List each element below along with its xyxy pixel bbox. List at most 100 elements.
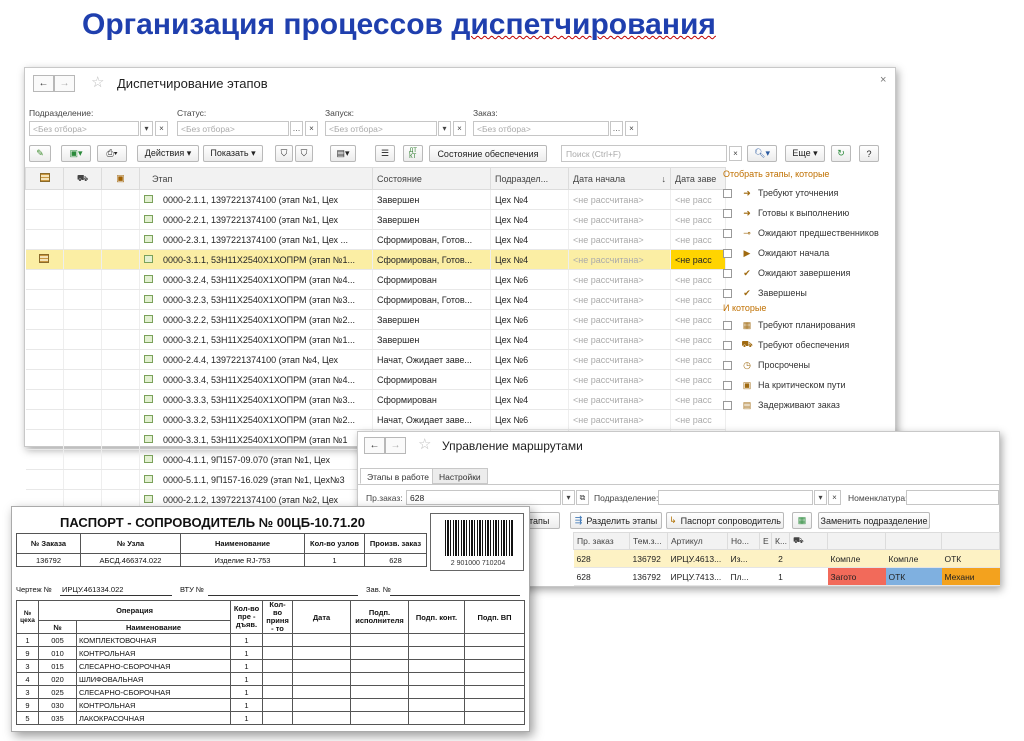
copy-icon[interactable]: ▣▾ — [61, 145, 91, 162]
panel-filter-item[interactable]: ▤ Задерживают заказ — [723, 395, 895, 415]
table-row[interactable]: 0000-3.3.4, 53Н11Х2540Х1ХОПРМ (этап №4..… — [25, 369, 726, 390]
dropdown-icon[interactable]: ▾ — [814, 490, 827, 505]
supply-state-button[interactable]: Состояние обеспечения — [429, 145, 547, 162]
dropdown-icon[interactable]: ▾ — [562, 490, 575, 505]
panel-filter-item[interactable]: ➜ Требуют уточнения — [723, 183, 895, 203]
table-row[interactable]: 0000-3.2.1, 53Н11Х2540Х1ХОПРМ (этап №1..… — [25, 329, 726, 350]
filter-status-input[interactable]: <Без отбора> — [177, 121, 289, 136]
checkbox[interactable] — [723, 320, 732, 330]
col-k[interactable]: К... — [771, 532, 790, 550]
open-icon[interactable]: ⧉ — [576, 490, 589, 505]
table-row[interactable]: 0000-3.3.2, 53Н11Х2540Х1ХОПРМ (этап №2..… — [25, 409, 726, 430]
dropdown-icon[interactable]: ▾ — [438, 121, 451, 136]
help-button[interactable]: ? — [859, 145, 879, 162]
favorite-star-icon[interactable]: ☆ — [91, 73, 104, 91]
close-icon[interactable]: × — [880, 74, 886, 86]
select-icon[interactable]: … — [610, 121, 623, 136]
passport-button[interactable]: ↳ Паспорт сопроводитель — [666, 512, 784, 529]
order-input[interactable]: 628 — [406, 490, 561, 505]
col-stage[interactable]: Этап — [139, 167, 373, 190]
panel-filter-item[interactable]: ✔ Ожидают завершения — [723, 263, 895, 283]
refresh-icon[interactable]: ↻ — [831, 145, 851, 162]
table-row[interactable]: 0000-3.1.1, 53Н11Х2540Х1ХОПРМ (этап №1..… — [25, 249, 726, 270]
checkbox[interactable] — [723, 360, 732, 370]
panel-filter-item[interactable]: ⊸ Ожидают предшественников — [723, 223, 895, 243]
nomenclature-input[interactable] — [906, 490, 999, 505]
more-button[interactable]: Еще ▾ — [785, 145, 825, 162]
checkbox[interactable] — [723, 248, 732, 258]
forward-button[interactable]: → — [54, 75, 75, 92]
panel-filter-item[interactable]: ⛟ Требуют обеспечения — [723, 335, 895, 355]
col-end-date[interactable]: Дата заве — [670, 167, 726, 190]
tab-stages[interactable]: Этапы в работе — [360, 468, 436, 484]
edit-pencil-icon[interactable]: ✎ — [29, 145, 51, 162]
actions-button[interactable]: Действия ▾ — [137, 145, 199, 162]
col-state[interactable]: Состояние — [372, 167, 491, 190]
filter-icon[interactable]: ⛉ — [275, 145, 293, 162]
filter-order-input[interactable]: <Без отбора> — [473, 121, 609, 136]
table-row[interactable]: 0000-3.3.3, 53Н11Х2540Х1ХОПРМ (этап №3..… — [25, 389, 726, 410]
favorite-star-icon[interactable]: ☆ — [418, 435, 431, 453]
panel-filter-item[interactable]: ▣ На критическом пути — [723, 375, 895, 395]
search-icon[interactable]: 🔍︎▾ — [747, 145, 777, 162]
checkbox[interactable] — [723, 268, 732, 278]
clear-icon[interactable]: × — [453, 121, 466, 136]
dropdown-icon[interactable]: ▾ — [140, 121, 153, 136]
table-row[interactable]: 0000-3.2.4, 53Н11Х2540Х1ХОПРМ (этап №4..… — [25, 269, 726, 290]
table-row[interactable]: 0000-2.3.1, 1397221374100 (этап №1, Цех … — [25, 229, 726, 250]
show-button[interactable]: Показать ▾ — [203, 145, 263, 162]
col-calendar-icon[interactable] — [25, 167, 64, 190]
col-supply-icon[interactable]: ⛟ — [63, 167, 102, 190]
panel-filter-item[interactable]: ▶ Ожидают начала — [723, 243, 895, 263]
search-input[interactable]: Поиск (Ctrl+F) — [561, 145, 727, 162]
excel-icon[interactable]: ▦ — [792, 512, 812, 529]
panel-filter-item[interactable]: ✔ Завершены — [723, 283, 895, 303]
sort-arrow-icon[interactable]: ↓ — [662, 174, 667, 184]
table-row[interactable]: 0000-2.2.1, 1397221374100 (этап №1, Цех З… — [25, 209, 726, 230]
replace-dept-button[interactable]: Заменить подразделение — [818, 512, 930, 529]
filter-launch-input[interactable]: <Без отбора> — [325, 121, 437, 136]
dept-input[interactable] — [658, 490, 813, 505]
split-stages-button[interactable]: ⇶ Разделить этапы — [570, 512, 662, 529]
col-article[interactable]: Артикул — [667, 532, 728, 550]
back-button[interactable]: ← — [364, 437, 385, 454]
clear-icon[interactable]: × — [625, 121, 638, 136]
checkbox[interactable] — [723, 228, 732, 238]
clear-icon[interactable]: × — [155, 121, 168, 136]
report-icon[interactable]: ▤▾ — [330, 145, 356, 162]
checkbox[interactable] — [723, 288, 732, 298]
dt-kt-icon[interactable]: ДТ КТ — [403, 145, 423, 162]
col-supply-icon[interactable]: ⛟ — [789, 532, 828, 550]
col-no[interactable]: Но... — [727, 532, 760, 550]
table-row[interactable]: 0000-3.2.3, 53Н11Х2540Х1ХОПРМ (этап №3..… — [25, 289, 726, 310]
clear-icon[interactable]: × — [729, 146, 742, 161]
print-icon[interactable]: ⎙▾ — [97, 145, 127, 162]
col-order[interactable]: Пр. заказ — [573, 532, 630, 550]
checkbox[interactable] — [723, 208, 732, 218]
clear-filter-icon[interactable]: ⛉ — [295, 145, 313, 162]
checkbox[interactable] — [723, 340, 732, 350]
select-icon[interactable]: … — [290, 121, 303, 136]
checkbox[interactable] — [723, 400, 732, 410]
table-row[interactable]: 628 136792 ИРЦУ.4613... Из... 2 Компле Компле О… — [573, 549, 1000, 568]
panel-filter-item[interactable]: ◷ Просрочены — [723, 355, 895, 375]
clear-icon[interactable]: × — [828, 490, 841, 505]
col-tem[interactable]: Тем.з... — [629, 532, 668, 550]
col-start-date[interactable]: Дата начала ↓ — [568, 167, 671, 190]
checkbox[interactable] — [723, 188, 732, 198]
table-row[interactable]: 628 136792 ИРЦУ.7413... Пл... 1 Загото ОТК Меха… — [573, 567, 1000, 586]
col-dept[interactable]: Подраздел... — [490, 167, 569, 190]
checkbox[interactable] — [723, 380, 732, 390]
list-icon[interactable]: ☰ — [375, 145, 395, 162]
panel-filter-item[interactable]: ▦ Требуют планирования — [723, 315, 895, 335]
col-e[interactable]: Е — [759, 532, 772, 550]
panel-filter-item[interactable]: ➜ Готовы к выполнению — [723, 203, 895, 223]
table-row[interactable]: 0000-2.1.1, 1397221374100 (этап №1, Цех З… — [25, 189, 726, 210]
tab-settings[interactable]: Настройки — [432, 468, 488, 484]
filter-dept-input[interactable]: <Без отбора> — [29, 121, 139, 136]
forward-button[interactable]: → — [385, 437, 406, 454]
clear-icon[interactable]: × — [305, 121, 318, 136]
table-row[interactable]: 0000-3.2.2, 53Н11Х2540Х1ХОПРМ (этап №2..… — [25, 309, 726, 330]
back-button[interactable]: ← — [33, 75, 54, 92]
col-critical-icon[interactable]: ▣ — [101, 167, 140, 190]
